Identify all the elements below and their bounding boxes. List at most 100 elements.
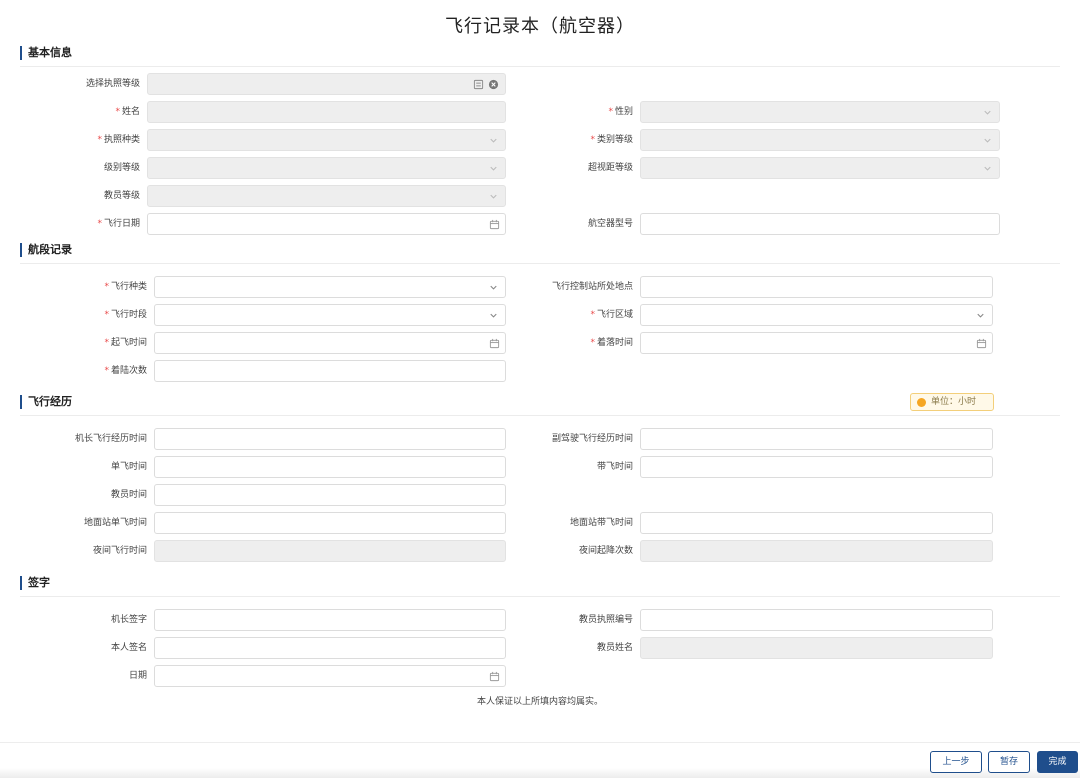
declaration-note: 本人保证以上所填内容均属实。 <box>476 697 603 707</box>
row-license-level: 选择执照等级 <box>0 73 1080 95</box>
copilot-time-text[interactable] <box>641 429 992 449</box>
self-sign-text[interactable] <box>155 638 505 658</box>
landing-count-label: * 着陆次数 <box>104 366 147 376</box>
flight-area-label: * 飞行区域 <box>590 310 633 320</box>
instructor-license-no-label: 教员执照编号 <box>578 615 633 625</box>
flight-period-label: * 飞行时段 <box>104 310 147 320</box>
night-takeoffs-label: 夜间起降次数 <box>578 546 633 556</box>
instructor-time-label: 教员时间 <box>110 490 147 500</box>
prev-button[interactable]: 上一步 <box>930 751 982 773</box>
list-icon[interactable] <box>473 79 484 90</box>
row-license-type-category: * 执照种类 * 类别等级 <box>0 129 1080 151</box>
takeoff-time-label: * 起飞时间 <box>104 338 147 348</box>
section-flight-experience: 飞行经历 <box>20 395 72 409</box>
aircraft-model-label: 航空器型号 <box>587 219 633 229</box>
control-location-text[interactable] <box>641 277 992 297</box>
row-flight-date-aircraft: * 飞行日期 航空器型号 <box>0 213 1080 235</box>
bvlos-level-label: 超视距等级 <box>587 163 633 173</box>
gender-select[interactable] <box>640 101 1000 123</box>
calendar-icon <box>489 338 500 349</box>
takeoff-time-picker[interactable] <box>154 332 506 354</box>
name-field[interactable] <box>147 101 506 123</box>
instructor-level-label: 教员等级 <box>103 191 140 201</box>
ground-dual-input[interactable] <box>640 512 993 534</box>
divider <box>20 263 1060 264</box>
instructor-name-field[interactable] <box>640 637 993 659</box>
dual-time-text[interactable] <box>641 457 992 477</box>
dual-time-input[interactable] <box>640 456 993 478</box>
flight-period-select[interactable] <box>154 304 506 326</box>
instructor-time-text[interactable] <box>155 485 505 505</box>
chevron-down-icon <box>984 138 991 143</box>
instructor-name-label: 教员姓名 <box>596 643 633 653</box>
chevron-down-icon <box>490 285 497 290</box>
finish-button[interactable]: 完成 <box>1037 751 1078 773</box>
divider <box>20 415 1060 416</box>
night-time-label: 夜间飞行时间 <box>92 546 147 556</box>
chevron-down-icon <box>490 138 497 143</box>
landing-count-text[interactable] <box>155 361 505 381</box>
ground-solo-text[interactable] <box>155 513 505 533</box>
pic-time-label: 机长飞行经历时间 <box>74 434 147 444</box>
landing-count-input[interactable] <box>154 360 506 382</box>
class-level-select[interactable] <box>147 157 506 179</box>
chevron-down-icon <box>984 110 991 115</box>
row-date: 日期 <box>0 665 1080 687</box>
row-solo-dual: 单飞时间 带飞时间 <box>0 456 1080 478</box>
flight-date-label: * 飞行日期 <box>97 219 140 229</box>
row-class-bvlos: 级别等级 超视距等级 <box>0 157 1080 179</box>
page-title: 飞行记录本（航空器） <box>445 16 635 37</box>
instructor-license-no-text[interactable] <box>641 610 992 630</box>
clear-icon[interactable] <box>488 79 499 90</box>
flight-area-select[interactable] <box>640 304 993 326</box>
solo-time-label: 单飞时间 <box>110 462 147 472</box>
ground-solo-input[interactable] <box>154 512 506 534</box>
aircraft-model-text[interactable] <box>641 214 999 234</box>
license-type-select[interactable] <box>147 129 506 151</box>
instructor-time-input[interactable] <box>154 484 506 506</box>
chevron-down-icon <box>490 194 497 199</box>
pic-sign-input[interactable] <box>154 609 506 631</box>
dual-time-label: 带飞时间 <box>596 462 633 472</box>
ground-dual-text[interactable] <box>641 513 992 533</box>
class-level-label: 级别等级 <box>103 163 140 173</box>
chevron-down-icon <box>984 166 991 171</box>
night-takeoffs-field[interactable] <box>640 540 993 562</box>
copilot-time-input[interactable] <box>640 428 993 450</box>
row-night: 夜间飞行时间 夜间起降次数 <box>0 540 1080 562</box>
row-pic-sign: 机长签字 教员执照编号 <box>0 609 1080 631</box>
landing-time-picker[interactable] <box>640 332 993 354</box>
row-period-area: * 飞行时段 * 飞行区域 <box>0 304 1080 326</box>
date-picker[interactable] <box>154 665 506 687</box>
pic-sign-label: 机长签字 <box>110 615 147 625</box>
row-name-gender: * 姓名 * 性别 <box>0 101 1080 123</box>
instructor-level-select[interactable] <box>147 185 506 207</box>
solo-time-text[interactable] <box>155 457 505 477</box>
calendar-icon <box>489 219 500 230</box>
control-location-input[interactable] <box>640 276 993 298</box>
aircraft-model-input[interactable] <box>640 213 1000 235</box>
calendar-icon <box>489 671 500 682</box>
calendar-icon <box>976 338 987 349</box>
ground-solo-label: 地面站单飞时间 <box>83 518 147 528</box>
pic-time-text[interactable] <box>155 429 505 449</box>
pic-sign-text[interactable] <box>155 610 505 630</box>
self-sign-input[interactable] <box>154 637 506 659</box>
flight-date-picker[interactable] <box>147 213 506 235</box>
chevron-down-icon <box>490 166 497 171</box>
self-sign-label: 本人签名 <box>110 643 147 653</box>
chevron-down-icon <box>977 313 984 318</box>
pic-time-input[interactable] <box>154 428 506 450</box>
night-time-field[interactable] <box>154 540 506 562</box>
flight-type-select[interactable] <box>154 276 506 298</box>
category-level-select[interactable] <box>640 129 1000 151</box>
solo-time-input[interactable] <box>154 456 506 478</box>
save-draft-button[interactable]: 暂存 <box>988 751 1030 773</box>
row-ground-station: 地面站单飞时间 地面站带飞时间 <box>0 512 1080 534</box>
control-location-label: 飞行控制站所处地点 <box>551 282 633 292</box>
bvlos-level-select[interactable] <box>640 157 1000 179</box>
row-pic-copilot: 机长飞行经历时间 副驾驶飞行经历时间 <box>0 428 1080 450</box>
instructor-license-no-input[interactable] <box>640 609 993 631</box>
category-level-label: * 类别等级 <box>590 135 633 145</box>
license-level-field[interactable] <box>147 73 506 95</box>
